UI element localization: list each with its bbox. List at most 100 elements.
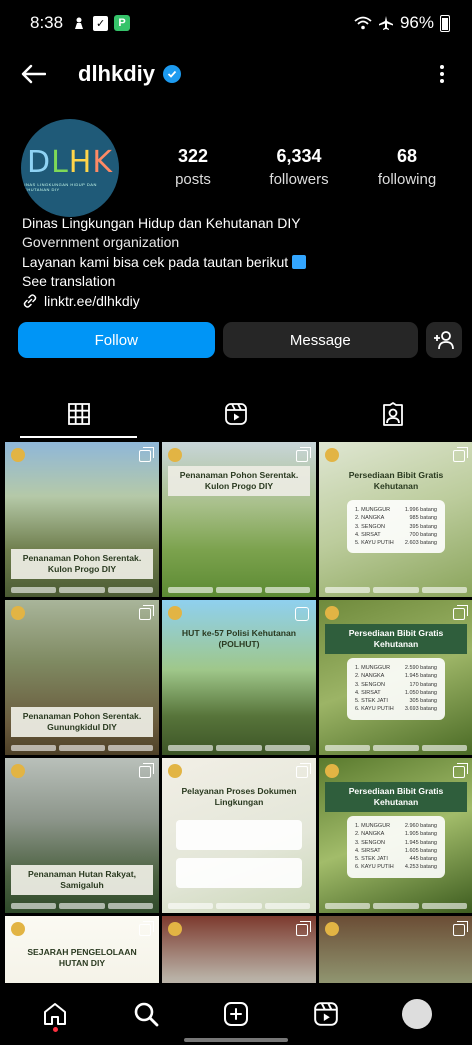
post-thumbnail[interactable]: HUT ke-57 Polisi Kehutanan (POLHUT) [162,600,316,755]
post-thumbnail[interactable]: Penanaman Pohon Serentak. Kulon Progo DI… [5,442,159,597]
stat-value: 68 [396,146,418,166]
post-footer-bar [11,745,153,751]
list-item-name: 2. NANGKA [355,515,385,522]
stat-value: 6,334 [276,146,322,166]
bio-description-line: Layanan kami bisa cek pada tautan beriku… [22,253,462,272]
carousel-indicator-icon [296,447,311,462]
profile-stats: 322 posts 6,334 followers 68 following [150,146,460,188]
list-item-value: 1.905 batang [404,831,437,838]
nav-reels[interactable] [302,990,350,1038]
stat-followers[interactable]: 6,334 followers [236,146,362,188]
post-thumbnail[interactable]: Penanaman Pohon Serentak. Kulon Progo DI… [162,442,316,597]
seedling-stock-list: 1. MUNGGUR 2.590 batang 2. NANGKA 1.945 bat… [347,658,445,720]
list-item-value: 2.603 batang [404,540,437,547]
list-item-name: 2. NANGKA [355,673,385,680]
post-thumbnail[interactable]: Penanaman Hutan Rakyat, Samigaluh [5,758,159,913]
post-logo-icon [11,764,25,778]
reel-indicator-icon [295,607,309,621]
airplane-icon [378,16,393,30]
list-item-name: 3. SENGON [355,523,385,530]
list-item: 3. SENGON 395 batang [355,523,437,531]
bio-link[interactable]: linktr.ee/dlhkdiy [22,292,462,311]
post-title: Pelayanan Proses Dokumen Lingkungan [181,786,297,807]
post-logo-icon [325,922,339,936]
list-item-value: 1.945 batang [404,839,437,846]
tab-reels[interactable] [157,390,314,438]
post-thumbnail[interactable]: Persediaan Bibit Gratis Kehutanan 1. MUNG… [319,442,472,597]
bottom-navigation [0,983,472,1045]
post-title: Penanaman Pohon Serentak. Kulon Progo DI… [168,466,310,496]
list-item: 1. MUNGGUR 2.960 batang [355,822,437,830]
status-notification-icons: ✓ P [71,15,131,31]
tab-tagged[interactable] [315,390,472,438]
post-thumbnail[interactable]: Penanaman Pohon Serentak. Gunungkidul DI… [5,600,159,755]
post-footer-bar [11,903,153,909]
post-logo-icon [11,606,25,620]
list-item: 6. KAYU PUTIH 4.253 batang [355,863,437,871]
status-time: 8:38 [30,13,64,32]
bio-category: Government organization [22,234,180,251]
carousel-indicator-icon [139,447,154,462]
stat-following[interactable]: 68 following [362,146,452,188]
follow-button[interactable]: Follow [18,322,215,358]
list-item-value: 2.590 batang [404,665,437,671]
list-item: 3. SENGON 1.945 batang [355,839,437,847]
post-title: SEJARAH PENGELOLAAN HUTAN DIY [27,947,137,968]
post-thumbnail[interactable]: Pelayanan Proses Dokumen Lingkungan [162,758,316,913]
post-thumbnail[interactable]: Persediaan Bibit Gratis Kehutanan 1. MUNG… [319,758,472,913]
carousel-indicator-icon [139,763,154,778]
list-item: 6. KAYU PUTIH 3.693 batang [355,705,437,713]
list-item-value: 445 batang [409,856,437,863]
list-item: 5. STEK JATI 445 batang [355,855,437,863]
stat-value: 322 [177,146,209,166]
bio-name: Dinas Lingkungan Hidup dan Kehutanan DIY [22,215,301,231]
stat-posts[interactable]: 322 posts [150,146,236,188]
list-item-value: 985 batang [409,515,437,522]
carousel-indicator-icon [453,921,468,936]
wifi-icon [354,16,372,30]
tagged-icon [383,402,404,426]
post-info-card [176,820,302,850]
message-button[interactable]: Message [222,322,419,358]
list-item-value: 2.960 batang [404,823,437,829]
list-item-name: 5. KAYU PUTIH [355,540,394,547]
nav-create[interactable] [212,990,260,1038]
suggested-users-button[interactable] [426,322,463,358]
post-title: Persediaan Bibit Gratis Kehutanan [348,470,444,491]
see-translation-link[interactable]: See translation [22,272,462,291]
list-item-name: 2. NANGKA [355,831,385,838]
list-item: 1. MUNGGUR 1.996 batang [355,506,437,514]
verified-badge-icon [163,65,182,83]
post-thumbnail[interactable]: Persediaan Bibit Gratis Kehutanan 1. MUNG… [319,600,472,755]
list-item: 4. SIRSAT 1.050 batang [355,689,437,697]
list-item-name: 3. SENGON [355,839,385,846]
seedling-stock-list: 1. MUNGGUR 2.960 batang 2. NANGKA 1.905 bat… [347,816,445,878]
bio-link-text: linktr.ee/dlhkdiy [44,292,140,309]
profile-header: dlhkdiy [0,50,472,98]
list-item-name: 1. MUNGGUR [355,507,391,513]
post-logo-icon [11,922,25,936]
post-footer-bar [168,587,310,593]
carousel-indicator-icon [139,605,154,620]
list-item-value: 1.605 batang [404,847,437,854]
list-item-name: 6. KAYU PUTIH [355,864,394,871]
nav-profile[interactable] [393,990,441,1038]
nav-home[interactable] [31,990,79,1038]
nav-search[interactable] [122,990,170,1038]
battery-icon [440,14,450,32]
app-icon: P [114,15,131,31]
carousel-indicator-icon [453,605,468,620]
gesture-bar [184,1038,288,1042]
post-footer-bar [325,745,467,751]
back-button[interactable] [20,59,50,89]
more-options-icon[interactable] [432,65,452,83]
list-item-name: 6. KAYU PUTIH [355,706,394,713]
post-logo-icon [168,922,182,936]
profile-avatar[interactable]: DLHK DINAS LINGKUNGAN HIDUP DAN KEHUTANA… [21,119,119,217]
list-item-value: 395 batang [409,523,437,530]
grid-icon [67,403,90,425]
list-item-value: 305 batang [409,698,437,705]
list-item: 4. SIRSAT 700 batang [355,531,437,539]
list-item-value: 170 batang [409,681,437,688]
tab-posts-grid[interactable] [0,390,157,438]
